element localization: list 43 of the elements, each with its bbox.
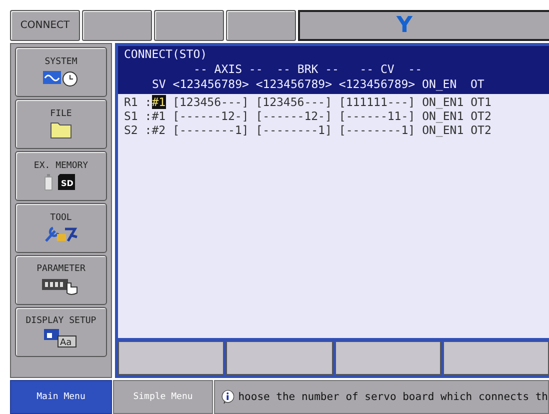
axis-cell: [------12-] xyxy=(172,109,249,123)
screen-heading: CONNECT(STO) xyxy=(124,47,208,62)
function-key[interactable] xyxy=(442,341,549,376)
wrench-tools-icon xyxy=(43,225,79,243)
menu-button[interactable]: SYSTEM xyxy=(15,47,107,97)
on-en-cell: ON_EN1 xyxy=(422,109,464,123)
on-en-cell: ON_EN1 xyxy=(422,123,464,137)
blank-button[interactable] xyxy=(82,10,152,41)
blank-button[interactable] xyxy=(154,10,224,41)
servo-board-cell[interactable]: #1 xyxy=(152,109,166,123)
axis-cell: [--------1] xyxy=(172,123,249,137)
function-key[interactable] xyxy=(334,341,441,376)
cv-cell: [111111---] xyxy=(338,95,416,109)
menu-button[interactable]: EX. MEMORY SD xyxy=(15,151,107,201)
ot-cell: OT1 xyxy=(470,95,492,109)
wave-clock-icon xyxy=(42,69,80,87)
folder-icon xyxy=(50,121,72,139)
ot-cell: OT2 xyxy=(470,109,492,123)
blank-button[interactable] xyxy=(226,10,296,41)
menu-button[interactable]: FILE xyxy=(15,99,107,149)
column-header: SV <123456789> <123456789> <123456789> ON_EN OT xyxy=(151,77,486,92)
ot-cell: OT2 xyxy=(470,123,492,137)
connect-button[interactable]: CONNECT xyxy=(10,10,80,41)
brake-cell: [--------1] xyxy=(256,123,332,137)
screen-title: Y xyxy=(396,13,414,38)
robot-label: R1 : xyxy=(124,95,152,109)
menu-button[interactable]: TOOL xyxy=(15,203,107,253)
brake-cell: [123456---] xyxy=(256,95,332,109)
menu-tab[interactable]: Main Menu xyxy=(10,380,112,414)
servo-board-cell[interactable]: #2 xyxy=(152,123,166,137)
robot-label: S2 : xyxy=(124,123,152,137)
robot-label: S1 : xyxy=(124,109,152,123)
cv-cell: [--------1] xyxy=(338,123,416,137)
brake-cell: [------12-] xyxy=(256,109,332,123)
on-en-cell: ON_EN1 xyxy=(422,95,464,109)
column-group-header: -- AXIS -- -- BRK -- -- CV -- xyxy=(192,62,424,77)
menu-button[interactable]: PARAMETER xyxy=(15,255,107,305)
function-key[interactable] xyxy=(118,341,224,376)
axis-cell: [123456---] xyxy=(172,95,249,109)
cv-cell: [------11-] xyxy=(338,109,416,123)
function-key[interactable] xyxy=(226,341,332,376)
menu-button[interactable]: DISPLAY SETUP Aa xyxy=(15,307,107,357)
message-text: hoose the number of servo board which connects th xyxy=(238,391,548,404)
